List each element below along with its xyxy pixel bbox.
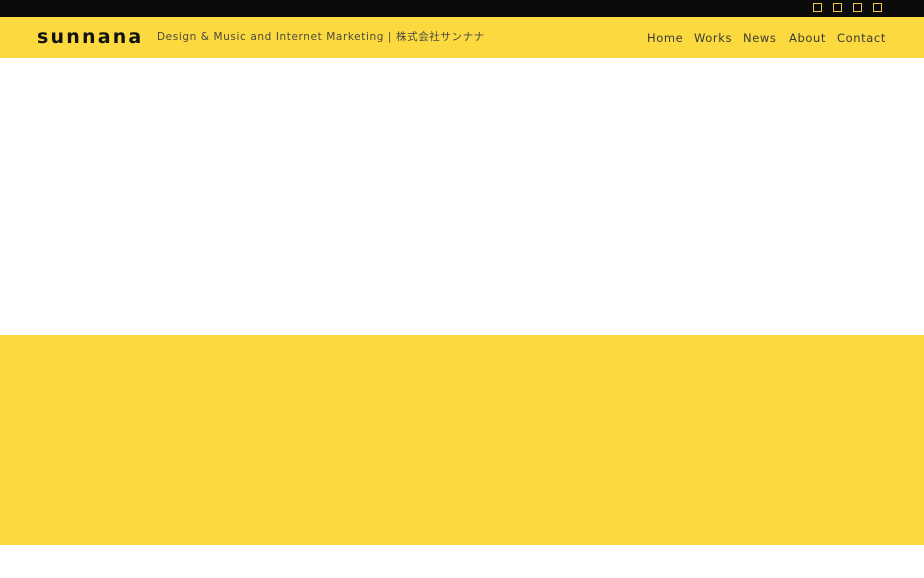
site-header: sunnana Design & Music and Internet Mark… (0, 17, 924, 58)
social-square-icon-4[interactable] (873, 3, 882, 12)
nav-about[interactable]: About (789, 31, 826, 45)
social-square-icon-1[interactable] (813, 3, 822, 12)
top-bar (0, 0, 924, 17)
nav-news[interactable]: News (743, 31, 776, 45)
lower-section (0, 545, 924, 578)
nav-works[interactable]: Works (694, 31, 732, 45)
social-square-icon-3[interactable] (853, 3, 862, 12)
nav-home[interactable]: Home (647, 31, 683, 45)
nav-contact[interactable]: Contact (837, 31, 886, 45)
site-tagline: Design & Music and Internet Marketing | … (157, 31, 485, 43)
hero-section (0, 58, 924, 335)
social-square-icon-2[interactable] (833, 3, 842, 12)
yellow-band-section (0, 335, 924, 545)
site-logo[interactable]: sunnana (37, 26, 143, 48)
